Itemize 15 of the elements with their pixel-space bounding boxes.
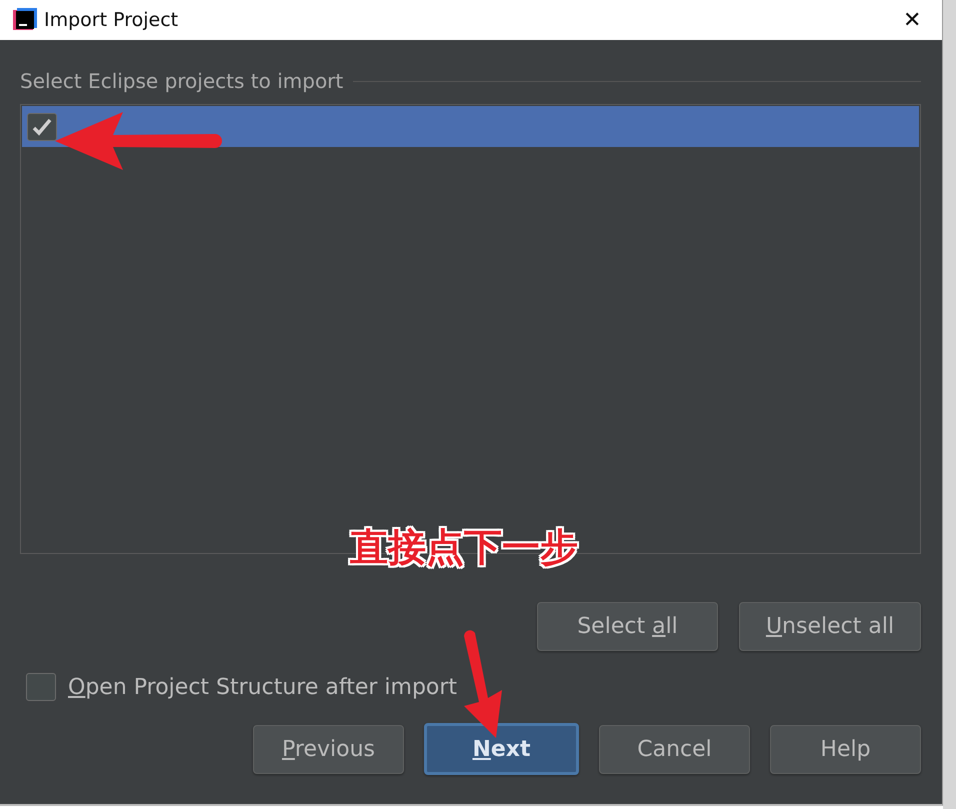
section-title: Select Eclipse projects to import [20, 69, 344, 93]
unselect-all-button[interactable]: Unselect all [739, 602, 921, 651]
checkbox-label[interactable]: Open Project Structure after import [68, 674, 458, 700]
dialog-button[interactable]: Cancel [599, 724, 750, 774]
select-all-button[interactable]: Select all [537, 602, 718, 651]
app-logo-icon [12, 7, 38, 33]
window-title: Import Project [44, 9, 180, 31]
dialog-button[interactable]: Next [424, 723, 579, 775]
dialog-button[interactable]: Help [770, 724, 921, 774]
annotation-text: 直接点下一步 [350, 524, 578, 571]
checkbox[interactable] [27, 112, 57, 140]
dialog-button[interactable]: Previous [253, 724, 404, 774]
checkbox[interactable] [26, 673, 56, 701]
arrow-icon [55, 112, 223, 170]
close-button[interactable]: ✕ [892, 2, 932, 38]
